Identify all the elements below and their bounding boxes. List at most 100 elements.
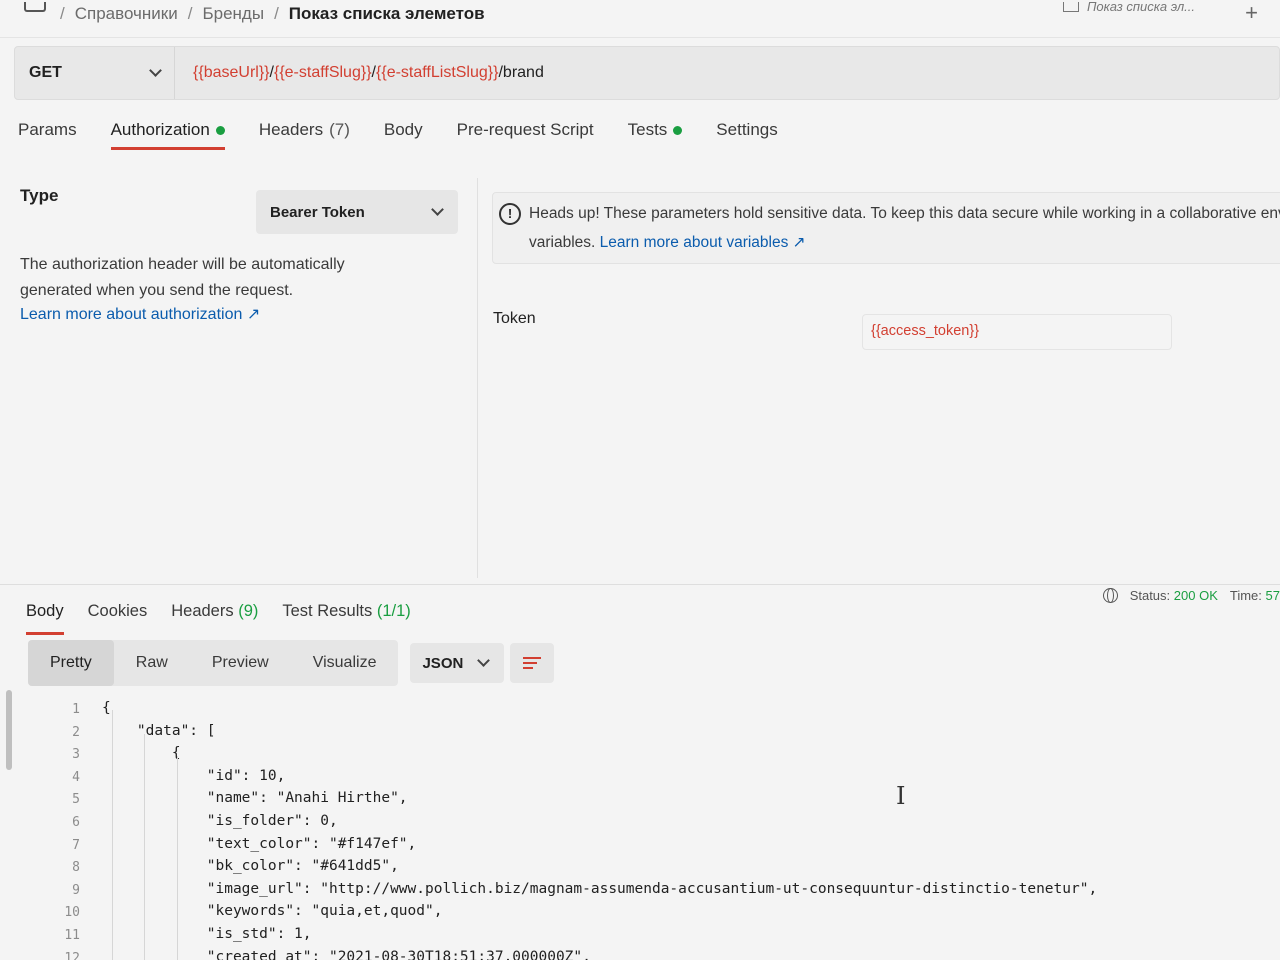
time-value: 57 xyxy=(1265,588,1280,603)
status-info[interactable]: Status: 200 OK xyxy=(1130,588,1218,603)
code-line-text: "keywords": "quia,et,quod", xyxy=(102,903,443,920)
chevron-down-icon xyxy=(477,654,491,667)
code-line: 6 "is_folder": 0, xyxy=(40,813,338,835)
auth-type-select[interactable]: Bearer Token xyxy=(256,190,458,234)
tab-response-headers[interactable]: Headers (9) xyxy=(171,602,258,635)
line-number: 6 xyxy=(72,815,80,830)
tab-body-label: Body xyxy=(383,120,423,139)
status-value: 200 OK xyxy=(1173,588,1218,603)
code-line: 4 "id": 10, xyxy=(40,768,285,790)
view-preview-button[interactable]: Preview xyxy=(190,640,291,686)
globe-icon[interactable] xyxy=(1102,588,1118,603)
url-variable: {{e-staffSlug}} xyxy=(273,64,372,81)
response-status: Status: 200 OK Time: 57 xyxy=(1102,588,1280,603)
tab-params[interactable]: Params xyxy=(18,120,77,150)
open-request-tab-title: Показ списка эл... xyxy=(1086,0,1195,14)
auth-type-panel: Type Bearer Token The authorization head… xyxy=(20,186,470,323)
active-indicator-dot xyxy=(673,125,683,135)
notice-text: Heads up! These parameters hold sensitiv… xyxy=(529,205,1280,222)
view-mode-group: Pretty Raw Preview Visualize xyxy=(28,640,399,686)
tab-test-results[interactable]: Test Results (1/1) xyxy=(282,602,410,635)
active-indicator-dot xyxy=(215,125,225,135)
chevron-down-icon xyxy=(431,203,444,216)
auth-type-value: Bearer Token xyxy=(270,203,365,221)
tab-response-cookies[interactable]: Cookies xyxy=(88,602,148,635)
tab-authorization[interactable]: Authorization xyxy=(110,120,226,150)
wrap-lines-button[interactable] xyxy=(510,643,555,683)
breadcrumb-separator: / xyxy=(60,4,65,23)
breadcrumb-current: Показ списка элеметов xyxy=(288,4,485,23)
format-select[interactable]: JSON xyxy=(410,643,505,683)
line-number: 9 xyxy=(72,882,80,898)
breadcrumb-separator: / xyxy=(274,4,279,23)
view-visualize-button[interactable]: Visualize xyxy=(291,640,399,686)
code-line: 3 { xyxy=(40,745,180,767)
tab-params-label: Params xyxy=(18,120,77,139)
tab-tests[interactable]: Tests xyxy=(628,120,683,150)
breadcrumb-item-brands[interactable]: Бренды xyxy=(202,4,264,24)
chevron-down-icon xyxy=(149,64,162,77)
tab-response-body[interactable]: Body xyxy=(26,602,64,635)
method-select[interactable]: GET xyxy=(15,47,175,99)
code-line-text: "is_folder": 0, xyxy=(102,813,338,829)
response-view-bar: Pretty Raw Preview Visualize JSON xyxy=(28,640,555,686)
scrollbar[interactable] xyxy=(6,690,12,770)
tab-prerequest-script[interactable]: Pre-request Script xyxy=(457,120,594,150)
test-results-count: (1/1) xyxy=(376,602,411,620)
breadcrumb-separator: / xyxy=(187,4,193,23)
code-line: 2 "data": [ xyxy=(40,722,216,745)
headers-count: (7) xyxy=(329,120,350,139)
tab-settings[interactable]: Settings xyxy=(716,120,777,150)
new-tab-plus-icon[interactable]: + xyxy=(1245,0,1258,26)
line-number: 2 xyxy=(72,724,80,740)
collection-icon xyxy=(24,2,46,12)
code-line: 9 "image_url": "http://www.pollich.biz/m… xyxy=(40,881,1097,903)
tab-settings-label: Settings xyxy=(716,120,778,139)
url-variable: {{e-staffListSlug}} xyxy=(376,64,499,81)
time-info[interactable]: Time: 57 xyxy=(1230,588,1280,603)
token-input[interactable]: {{access_token}} xyxy=(862,314,1172,350)
line-number: 11 xyxy=(64,928,80,943)
tab-response-headers-label: Headers xyxy=(171,602,234,620)
tab-headers-label: Headers xyxy=(258,120,324,139)
code-line: 8 "bk_color": "#641dd5", xyxy=(40,858,399,880)
indent-guide xyxy=(177,756,178,960)
line-number: 8 xyxy=(72,860,80,876)
breadcrumb: / Справочники / Бренды / Показ списка эл… xyxy=(60,4,485,24)
learn-more-variables-link[interactable]: Learn more about variables ↗ xyxy=(600,234,806,251)
tab-authorization-label: Authorization xyxy=(110,120,210,139)
url-segment: /brand xyxy=(498,64,544,81)
text-cursor-icon: I xyxy=(896,782,906,810)
learn-more-authorization-link[interactable]: Learn more about authorization ↗ xyxy=(20,304,260,324)
response-headers-count: (9) xyxy=(238,602,259,620)
code-line: 12 "created_at": "2021-08-30T18:51:37.00… xyxy=(40,949,591,960)
info-icon: ! xyxy=(499,203,521,225)
url-input[interactable]: {{baseUrl}} / {{e-staffSlug}} / {{e-staffLis… xyxy=(175,64,544,82)
code-line: 10 "keywords": "quia,et,quod", xyxy=(40,903,442,925)
view-raw-button[interactable]: Raw xyxy=(114,640,190,686)
code-line-text: "is_std": 1, xyxy=(102,926,312,942)
open-request-tab[interactable]: Показ списка эл... xyxy=(1062,0,1195,14)
breadcrumb-item-directories[interactable]: Справочники xyxy=(75,4,178,24)
code-line-text: "data": [ xyxy=(102,722,216,739)
line-number: 10 xyxy=(64,905,80,921)
response-body-editor[interactable]: 1{2 "data": [3 {4 "id": 10, 5 "name": "An… xyxy=(40,700,1240,960)
line-number: 4 xyxy=(72,769,80,785)
top-bar: / Справочники / Бренды / Показ списка эл… xyxy=(0,0,1280,38)
request-tab-icon xyxy=(1062,1,1079,12)
token-label: Token xyxy=(493,310,536,327)
request-tabs: Params Authorization Headers (7) Body Pre… xyxy=(18,120,778,150)
auth-description: The authorization header will be automat… xyxy=(20,256,345,299)
code-line-text: { xyxy=(102,700,111,716)
code-line-text: "text_color": "#f147ef", xyxy=(102,835,417,852)
tab-tests-label: Tests xyxy=(627,120,668,139)
response-divider[interactable] xyxy=(0,584,1280,585)
format-value: JSON xyxy=(422,654,464,672)
line-number: 3 xyxy=(72,747,80,763)
tab-body[interactable]: Body xyxy=(384,120,423,150)
code-line: 11 "is_std": 1, xyxy=(40,926,312,948)
tab-headers[interactable]: Headers (7) xyxy=(259,120,350,150)
code-line: 1{ xyxy=(40,700,111,722)
status-label: Status: xyxy=(1129,588,1171,603)
view-pretty-button[interactable]: Pretty xyxy=(28,640,114,686)
